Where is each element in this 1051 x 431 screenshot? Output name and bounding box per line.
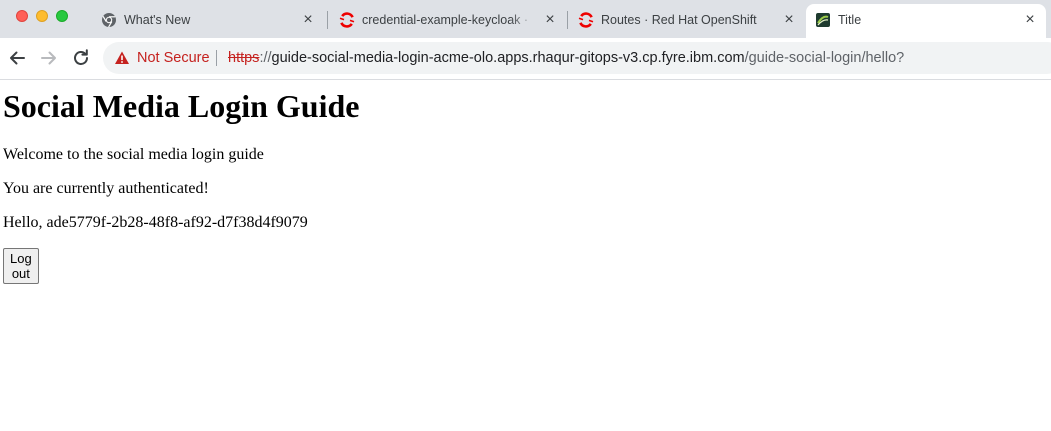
url-separator: ://: [259, 50, 272, 66]
back-arrow-icon[interactable]: [5, 46, 29, 70]
page-title: Social Media Login Guide: [3, 88, 360, 124]
tab-close-icon[interactable]: ×: [1022, 12, 1038, 28]
tab-title: credential-example-keycloak ·: [362, 13, 529, 27]
openshift-icon: [578, 12, 594, 28]
welcome-text: Welcome to the social media login guide: [3, 146, 264, 163]
tab-routes-openshift[interactable]: Routes · Red Hat OpenShift ×: [569, 4, 805, 38]
auth-status-text: You are currently authenticated!: [3, 180, 209, 197]
window-minimize-button[interactable]: [36, 10, 48, 22]
url-host: guide-social-media-login-acme-olo.apps.r…: [271, 50, 745, 66]
url-scheme: https: [228, 50, 260, 66]
tab-title: What's New: [124, 13, 191, 27]
user-greeting: Hello, ade5779f-2b28-48f8-af92-d7f38d4f9…: [3, 214, 308, 231]
openshift-icon: [339, 12, 355, 28]
tab-separator: [567, 11, 568, 29]
tab-separator: [327, 11, 328, 29]
logout-button[interactable]: Log out: [3, 248, 39, 284]
address-bar[interactable]: Not Secure https://guide-social-media-lo…: [103, 42, 1051, 74]
forward-arrow-icon[interactable]: [37, 46, 61, 70]
tab-strip: What's New × credential-example-keycloak…: [0, 0, 1051, 38]
tab-close-icon[interactable]: ×: [781, 12, 797, 28]
chrome-icon: [102, 13, 116, 28]
reload-icon[interactable]: [69, 46, 93, 70]
tab-credential-example-keycloak[interactable]: credential-example-keycloak · ×: [330, 4, 566, 38]
browser-toolbar: Not Secure https://guide-social-media-lo…: [0, 38, 1051, 80]
tab-title: Routes · Red Hat OpenShift: [601, 13, 757, 27]
tab-whats-new[interactable]: What's New ×: [92, 4, 324, 38]
tab-close-icon[interactable]: ×: [300, 12, 316, 28]
address-divider: [216, 50, 217, 66]
tab-close-icon[interactable]: ×: [542, 12, 558, 28]
url-path: /guide-social-login/hello?: [744, 50, 905, 66]
warning-triangle-icon[interactable]: [114, 50, 130, 66]
app-logo-icon: [816, 13, 830, 27]
window-zoom-button[interactable]: [56, 10, 68, 22]
url-text[interactable]: https://guide-social-media-login-acme-ol…: [228, 50, 904, 66]
window-close-button[interactable]: [16, 10, 28, 22]
tab-title: Title: [838, 13, 862, 27]
tab-title-active[interactable]: Title ×: [806, 4, 1046, 38]
not-secure-label[interactable]: Not Secure: [137, 50, 210, 66]
